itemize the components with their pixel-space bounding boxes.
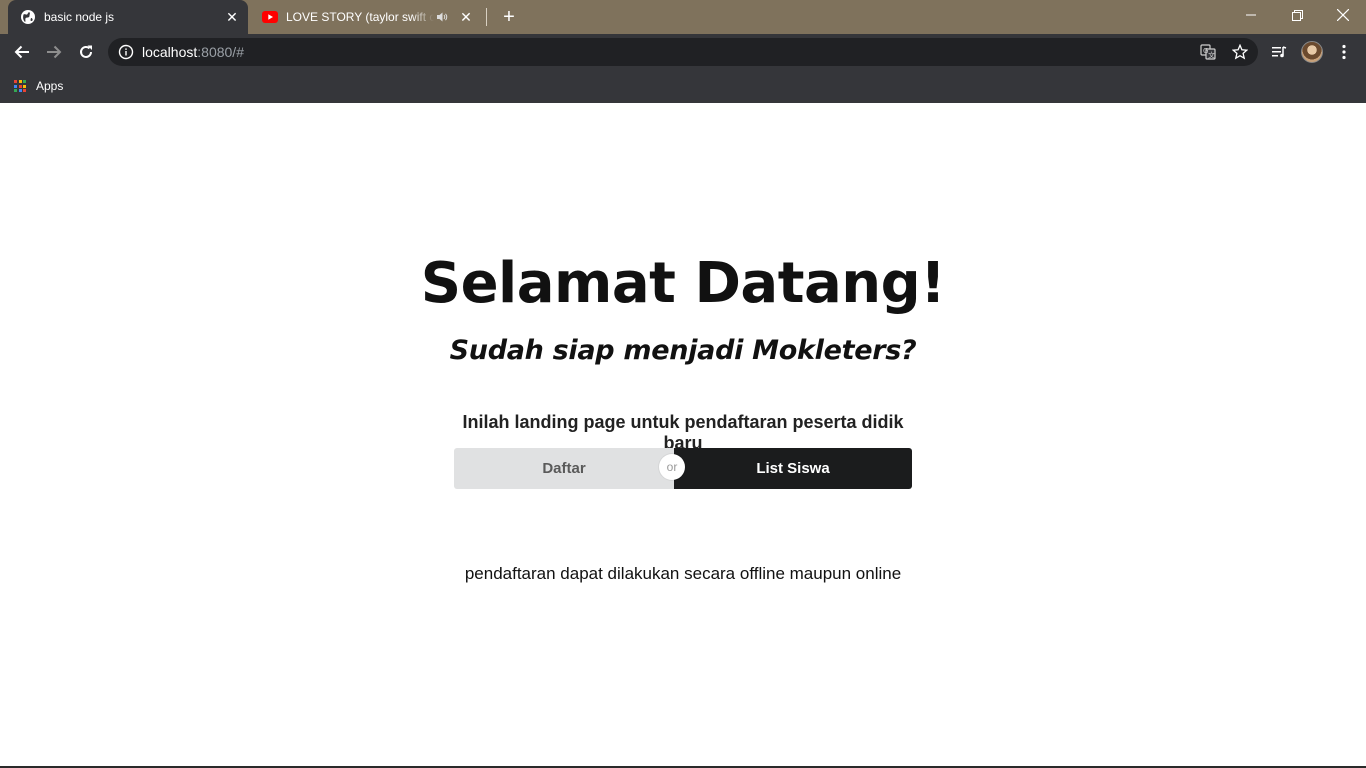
tab-love-story[interactable]: LOVE STORY (taylor swift cov ✕	[250, 0, 482, 34]
tab-basic-node-js[interactable]: basic node js ✕	[8, 0, 248, 34]
info-icon[interactable]	[118, 44, 134, 60]
list-siswa-button[interactable]: List Siswa	[674, 448, 912, 489]
back-icon[interactable]	[8, 38, 36, 66]
tab-title: basic node js	[44, 10, 115, 24]
svg-text:文: 文	[1208, 51, 1215, 60]
more-menu-icon[interactable]	[1330, 38, 1358, 66]
browser-toolbar: localhost:8080/# G文	[0, 34, 1366, 70]
page-subtitle: Sudah siap menjadi Mokleters?	[449, 335, 917, 366]
media-control-icon[interactable]	[1265, 38, 1293, 66]
daftar-button[interactable]: Daftar	[454, 448, 674, 489]
reload-icon[interactable]	[72, 38, 100, 66]
or-divider: or	[659, 454, 685, 480]
youtube-icon	[262, 9, 278, 25]
translate-icon[interactable]: G文	[1196, 40, 1220, 64]
page-title: Selamat Datang!	[420, 251, 946, 316]
close-tab-icon[interactable]: ✕	[222, 7, 242, 27]
tab-title: LOVE STORY (taylor swift cov	[286, 10, 434, 24]
forward-icon[interactable]	[40, 38, 68, 66]
url-text: localhost:8080/#	[142, 44, 244, 60]
restore-icon[interactable]	[1274, 0, 1320, 30]
tab-separator	[486, 8, 487, 26]
close-window-icon[interactable]	[1320, 0, 1366, 30]
url-path: :8080/#	[197, 44, 244, 60]
avatar-icon	[1301, 41, 1323, 63]
bookmark-star-icon[interactable]	[1228, 40, 1252, 64]
apps-grid-icon	[14, 80, 26, 92]
action-button-group: Daftar List Siswa or	[454, 448, 912, 489]
apps-label: Apps	[36, 79, 64, 93]
new-tab-icon[interactable]: +	[498, 6, 520, 28]
close-tab-icon[interactable]: ✕	[456, 7, 476, 27]
bookmark-apps[interactable]: Apps	[14, 77, 63, 95]
speaker-icon[interactable]	[434, 9, 450, 25]
registration-note: pendaftaran dapat dilakukan secara offli…	[464, 564, 902, 583]
url-host: localhost	[142, 44, 198, 60]
page-content: Selamat Datang! Sudah siap menjadi Mokle…	[0, 103, 1366, 766]
bookmarks-bar: Apps	[0, 70, 1366, 103]
tab-strip: basic node js ✕ LOVE STORY (taylor swift…	[0, 0, 1366, 34]
address-bar[interactable]: localhost:8080/#	[108, 38, 1258, 66]
profile-avatar[interactable]	[1298, 38, 1326, 66]
globe-icon	[20, 9, 36, 25]
minimize-icon[interactable]	[1228, 0, 1274, 30]
